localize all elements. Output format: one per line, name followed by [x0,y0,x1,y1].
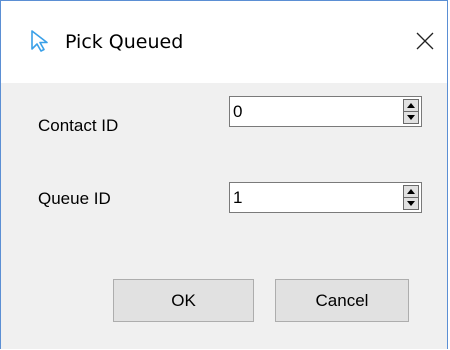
ok-button[interactable]: OK [113,279,254,322]
window-title: Pick Queued [65,31,184,53]
chevron-down-icon [407,201,415,206]
queue-id-spin-buttons [403,185,419,210]
close-icon [416,32,434,50]
contact-id-input[interactable] [233,100,393,124]
contact-id-increment-button[interactable] [404,100,418,112]
contact-id-decrement-button[interactable] [404,112,418,123]
queue-id-input[interactable] [233,186,393,210]
cursor-arrow-icon [29,29,53,53]
cancel-button[interactable]: Cancel [275,279,409,322]
queue-id-spinner[interactable] [229,182,422,213]
contact-id-spinner[interactable] [229,96,422,127]
pick-queued-dialog: Pick Queued Contact ID Queue ID [0,0,448,349]
chevron-up-icon [407,189,415,194]
title-bar: Pick Queued [1,1,447,83]
contact-id-label: Contact ID [38,116,119,135]
chevron-up-icon [407,103,415,108]
queue-id-increment-button[interactable] [404,186,418,198]
contact-id-spin-buttons [403,99,419,124]
queue-id-decrement-button[interactable] [404,198,418,209]
queue-id-label: Queue ID [38,189,111,208]
chevron-down-icon [407,115,415,120]
close-button[interactable] [413,29,437,53]
